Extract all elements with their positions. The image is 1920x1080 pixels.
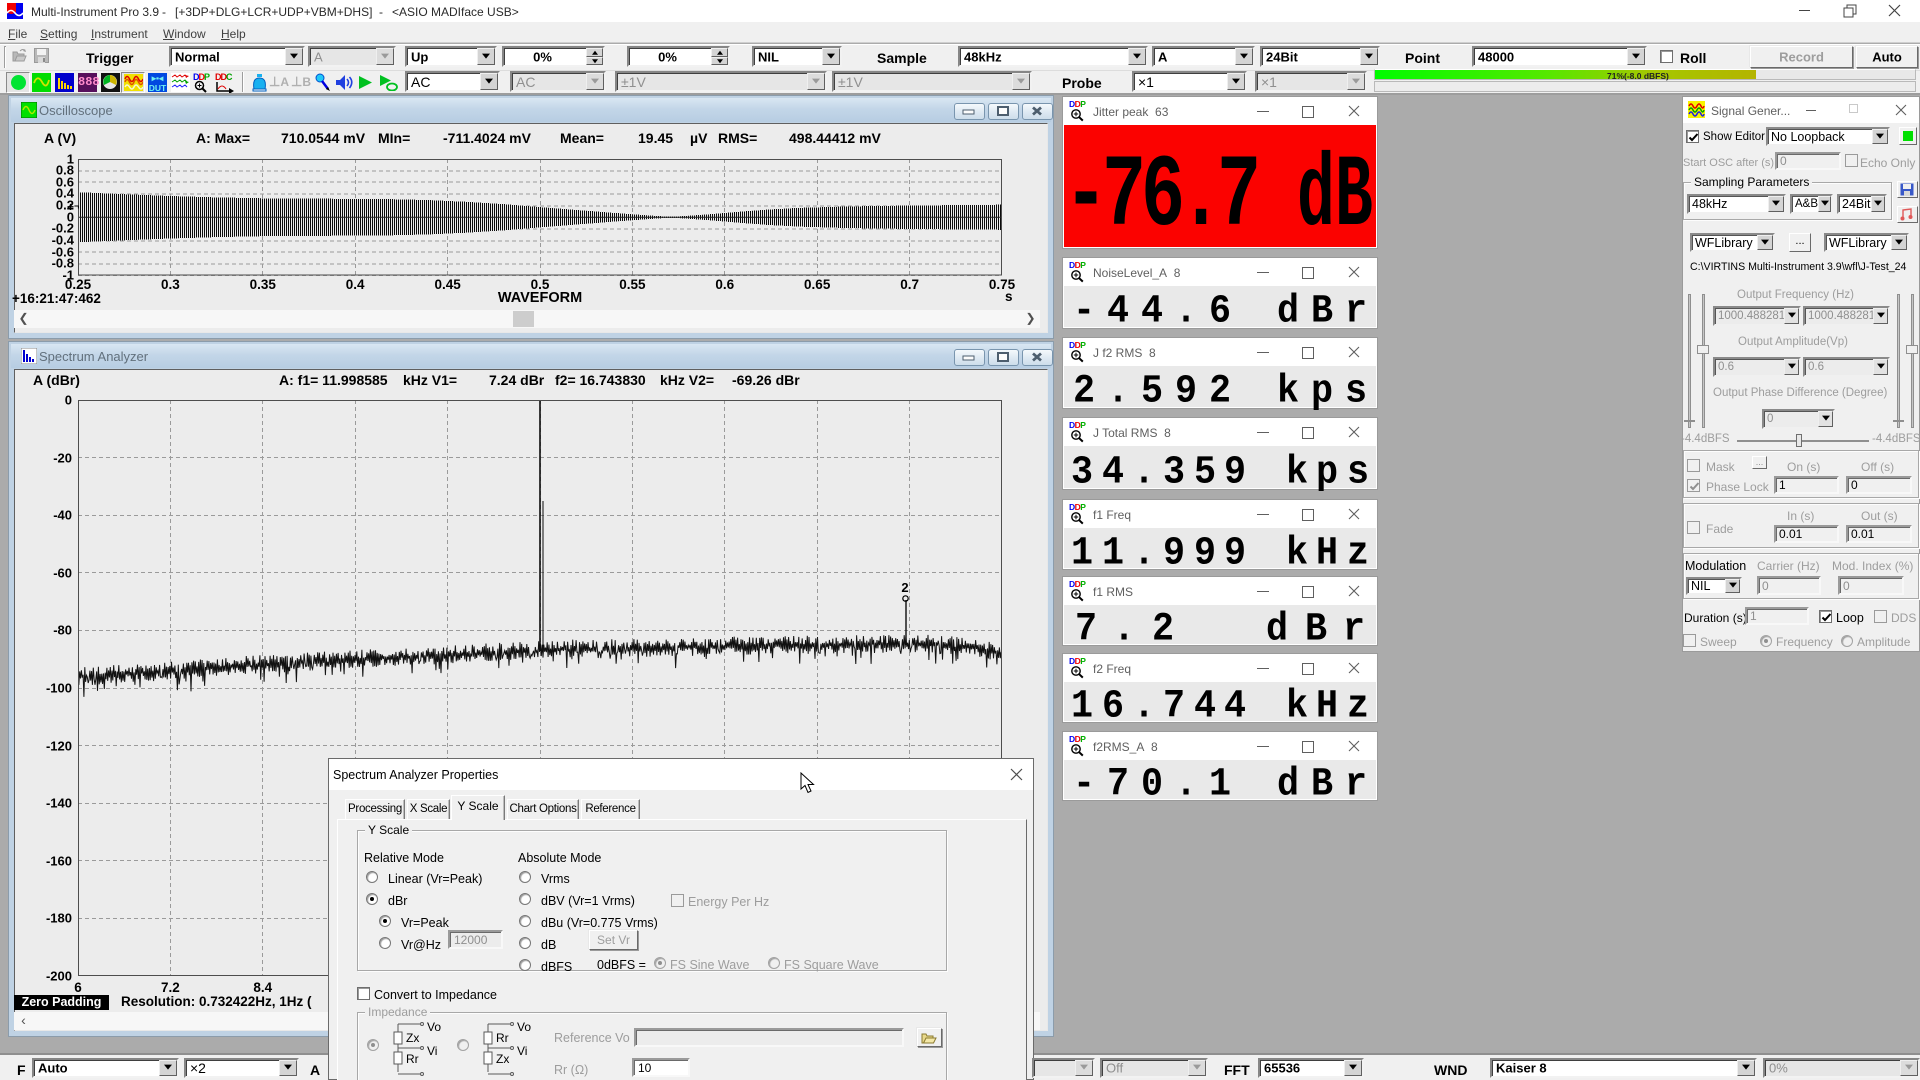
svg-text:Vo: Vo bbox=[427, 1022, 441, 1034]
svg-text:Vi: Vi bbox=[517, 1044, 527, 1058]
svg-text:Vi: Vi bbox=[427, 1044, 437, 1058]
svg-text:Rr: Rr bbox=[406, 1052, 419, 1066]
svg-text:Zx: Zx bbox=[406, 1031, 419, 1045]
svg-text:Vo: Vo bbox=[517, 1022, 531, 1034]
svg-text:Zx: Zx bbox=[496, 1052, 509, 1066]
svg-text:Rr: Rr bbox=[496, 1031, 509, 1045]
